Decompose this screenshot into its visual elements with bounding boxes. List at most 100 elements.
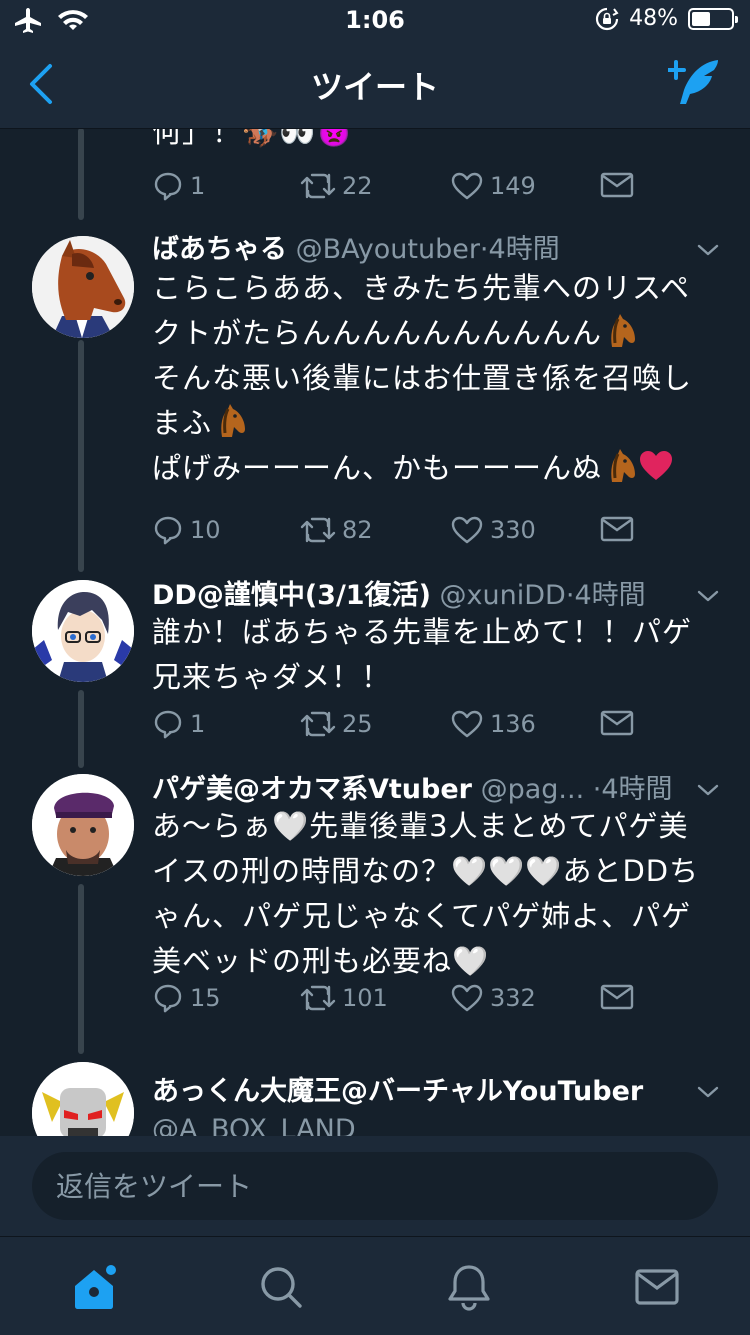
battery-level [692, 11, 711, 26]
reply-count: 1 [190, 710, 206, 738]
tab-home[interactable] [64, 1257, 124, 1317]
reply-input[interactable] [32, 1152, 718, 1220]
horse-emoji [602, 448, 638, 484]
like-icon [451, 516, 483, 544]
retweet-icon [300, 711, 336, 737]
tweet-text: あ〜らぁ🤍先輩後輩3人まとめてパゲ美イスの刑の時間なの？🤍🤍🤍あとDDちゃん、パ… [152, 809, 700, 978]
retweet-count: 101 [342, 984, 388, 1012]
heart-emoji [638, 448, 674, 484]
tweet-feed[interactable]: 何」！🏇👀👿 1 22 149 ばあちゃる @BAyoutuber·4時間 こら… [0, 0, 750, 1136]
like-button[interactable]: 136 [450, 708, 536, 740]
tab-notifications[interactable] [439, 1257, 499, 1317]
compose-icon[interactable] [668, 56, 724, 112]
thread-line [78, 884, 84, 1054]
retweet-button[interactable]: 22 [300, 170, 373, 202]
reply-button[interactable]: 1 [152, 708, 205, 740]
tweet-actions: 10 82 330 [152, 514, 652, 554]
tweet-text: 誰か！ばあちゃる先輩を止めて！！パゲ兄来ちゃダメ！！ [152, 615, 693, 694]
avatar[interactable] [32, 1062, 134, 1136]
reply-composer [0, 1136, 750, 1236]
avatar[interactable] [32, 236, 134, 338]
horse-mask-avatar-icon [32, 236, 134, 338]
reply-button[interactable]: 1 [152, 170, 205, 202]
dm-button[interactable] [600, 170, 634, 200]
display-name[interactable]: ばあちゃる [152, 234, 287, 265]
reply-count: 10 [190, 516, 221, 544]
avatar[interactable] [32, 774, 134, 876]
caret-down-icon[interactable] [696, 1080, 720, 1104]
page-title: ツイート [310, 68, 439, 106]
dm-button[interactable] [600, 982, 634, 1012]
handle[interactable]: @xuniDD [440, 580, 566, 611]
tweet-header: ばあちゃる @BAyoutuber·4時間 [152, 234, 560, 265]
dm-icon [600, 172, 634, 198]
reply-icon [154, 710, 182, 739]
display-name[interactable]: あっくん大魔王@バーチャルYouTuber [152, 1076, 643, 1107]
like-icon [451, 710, 483, 738]
retweet-icon [300, 517, 336, 543]
home-icon [75, 1265, 116, 1309]
dm-icon [600, 710, 634, 736]
timestamp: 4時間 [574, 580, 646, 611]
reply-count: 15 [190, 984, 221, 1012]
beret-man-avatar-icon [32, 774, 134, 876]
retweet-count: 82 [342, 516, 373, 544]
tweet-text: こらこらああ、きみたち先輩へのリスペクトがたらんんんんんんんんんん そんな悪い後… [152, 266, 712, 491]
messages-icon [635, 1269, 679, 1305]
like-count: 330 [490, 516, 536, 544]
battery-icon [688, 7, 738, 30]
battery-percentage: 48% [629, 6, 678, 31]
like-button[interactable]: 330 [450, 514, 536, 546]
avatar[interactable] [32, 580, 134, 682]
reply-icon [154, 984, 182, 1013]
retweet-count: 22 [342, 172, 373, 200]
like-count: 149 [490, 172, 536, 200]
tweet-actions: 15 101 332 [152, 982, 652, 1022]
handle[interactable]: @pag... [481, 774, 585, 805]
tab-search[interactable] [251, 1257, 311, 1317]
demon-king-avatar-icon [32, 1062, 134, 1136]
reply-icon [154, 172, 182, 201]
notifications-icon [448, 1265, 490, 1311]
reply-button[interactable]: 15 [152, 982, 221, 1014]
handle[interactable]: @A_BOX_LAND [152, 1114, 356, 1136]
tab-bar [0, 1236, 750, 1335]
timestamp: 4時間 [601, 774, 673, 805]
retweet-count: 25 [342, 710, 373, 738]
thread-line [78, 340, 84, 572]
horse-emoji [602, 313, 638, 349]
tweet-actions: 1 22 149 [152, 170, 652, 210]
thread-line [78, 128, 84, 220]
rotation-lock-icon [596, 7, 619, 30]
status-bar: 1:06 48% [0, 0, 750, 40]
retweet-button[interactable]: 82 [300, 514, 373, 546]
retweet-button[interactable]: 101 [300, 982, 388, 1014]
tweet-header-handle-row: @A_BOX_LAND [152, 1110, 680, 1136]
retweet-icon [300, 173, 336, 199]
dm-button[interactable] [600, 514, 634, 544]
dm-button[interactable] [600, 708, 634, 738]
caret-down-icon[interactable] [696, 778, 720, 802]
search-icon [261, 1267, 302, 1308]
horse-emoji [212, 403, 248, 439]
like-button[interactable]: 332 [450, 982, 536, 1014]
caret-down-icon[interactable] [696, 584, 720, 608]
display-name[interactable]: パゲ美@オカマ系Vtuber [152, 774, 472, 805]
display-name[interactable]: DD@謹慎中(3/1復活) [152, 580, 431, 611]
timestamp: 4時間 [488, 234, 560, 265]
reply-button[interactable]: 10 [152, 514, 221, 546]
tweet-text-line: ぱげみーーーん、かもーーーんぬ [152, 451, 603, 485]
like-count: 136 [490, 710, 536, 738]
retweet-button[interactable]: 25 [300, 708, 373, 740]
like-button[interactable]: 149 [450, 170, 536, 202]
caret-down-icon[interactable] [696, 238, 720, 262]
reply-count: 1 [190, 172, 206, 200]
handle[interactable]: @BAyoutuber [296, 234, 480, 265]
dm-icon [600, 516, 634, 542]
retweet-icon [300, 985, 336, 1011]
like-icon [451, 984, 483, 1012]
tab-messages[interactable] [627, 1257, 687, 1317]
navigation-bar: ツイート [0, 40, 750, 129]
dm-icon [600, 984, 634, 1010]
like-count: 332 [490, 984, 536, 1012]
